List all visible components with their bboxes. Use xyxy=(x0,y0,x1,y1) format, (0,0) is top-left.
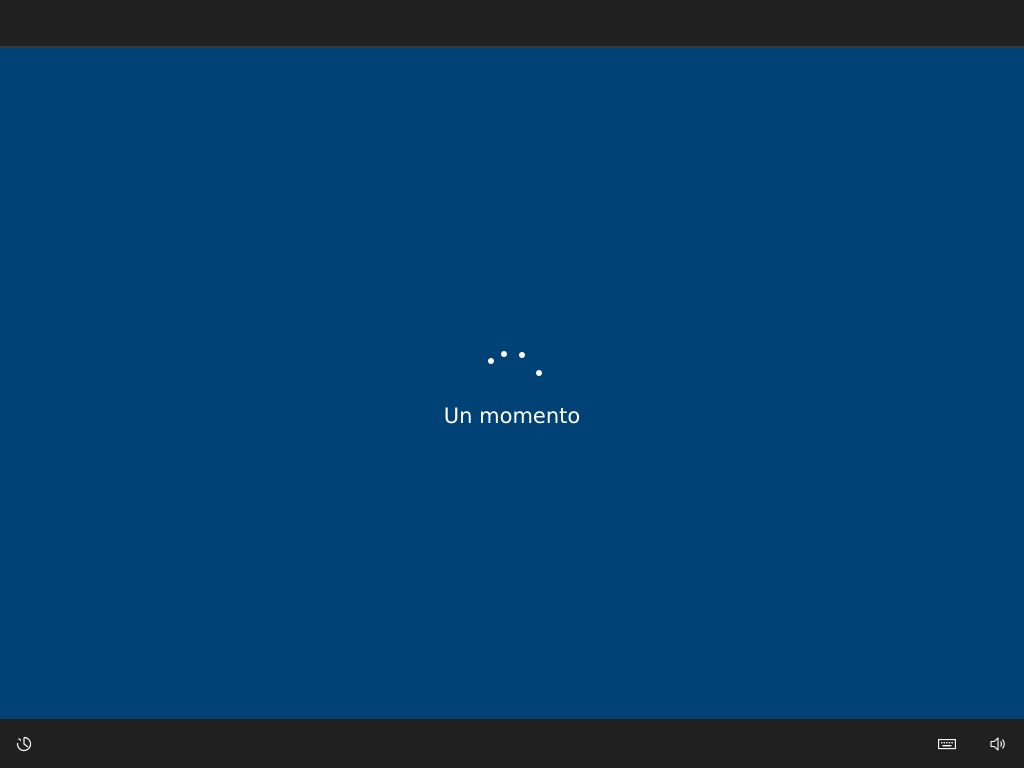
spinner-dot xyxy=(519,352,525,358)
status-message: Un momento xyxy=(443,404,581,428)
ease-of-access-icon xyxy=(16,736,32,752)
loading-spinner xyxy=(482,344,548,384)
ease-of-access-button[interactable] xyxy=(8,728,40,760)
bottom-bar xyxy=(0,719,1024,768)
top-bar xyxy=(0,0,1024,48)
volume-icon xyxy=(990,737,1005,751)
volume-button[interactable] xyxy=(982,728,1014,760)
keyboard-button[interactable] xyxy=(931,728,963,760)
spinner-dot xyxy=(536,370,542,376)
main-area xyxy=(0,48,1024,719)
spinner-dot xyxy=(488,358,494,364)
spinner-dot xyxy=(501,351,507,357)
keyboard-icon xyxy=(938,739,956,750)
